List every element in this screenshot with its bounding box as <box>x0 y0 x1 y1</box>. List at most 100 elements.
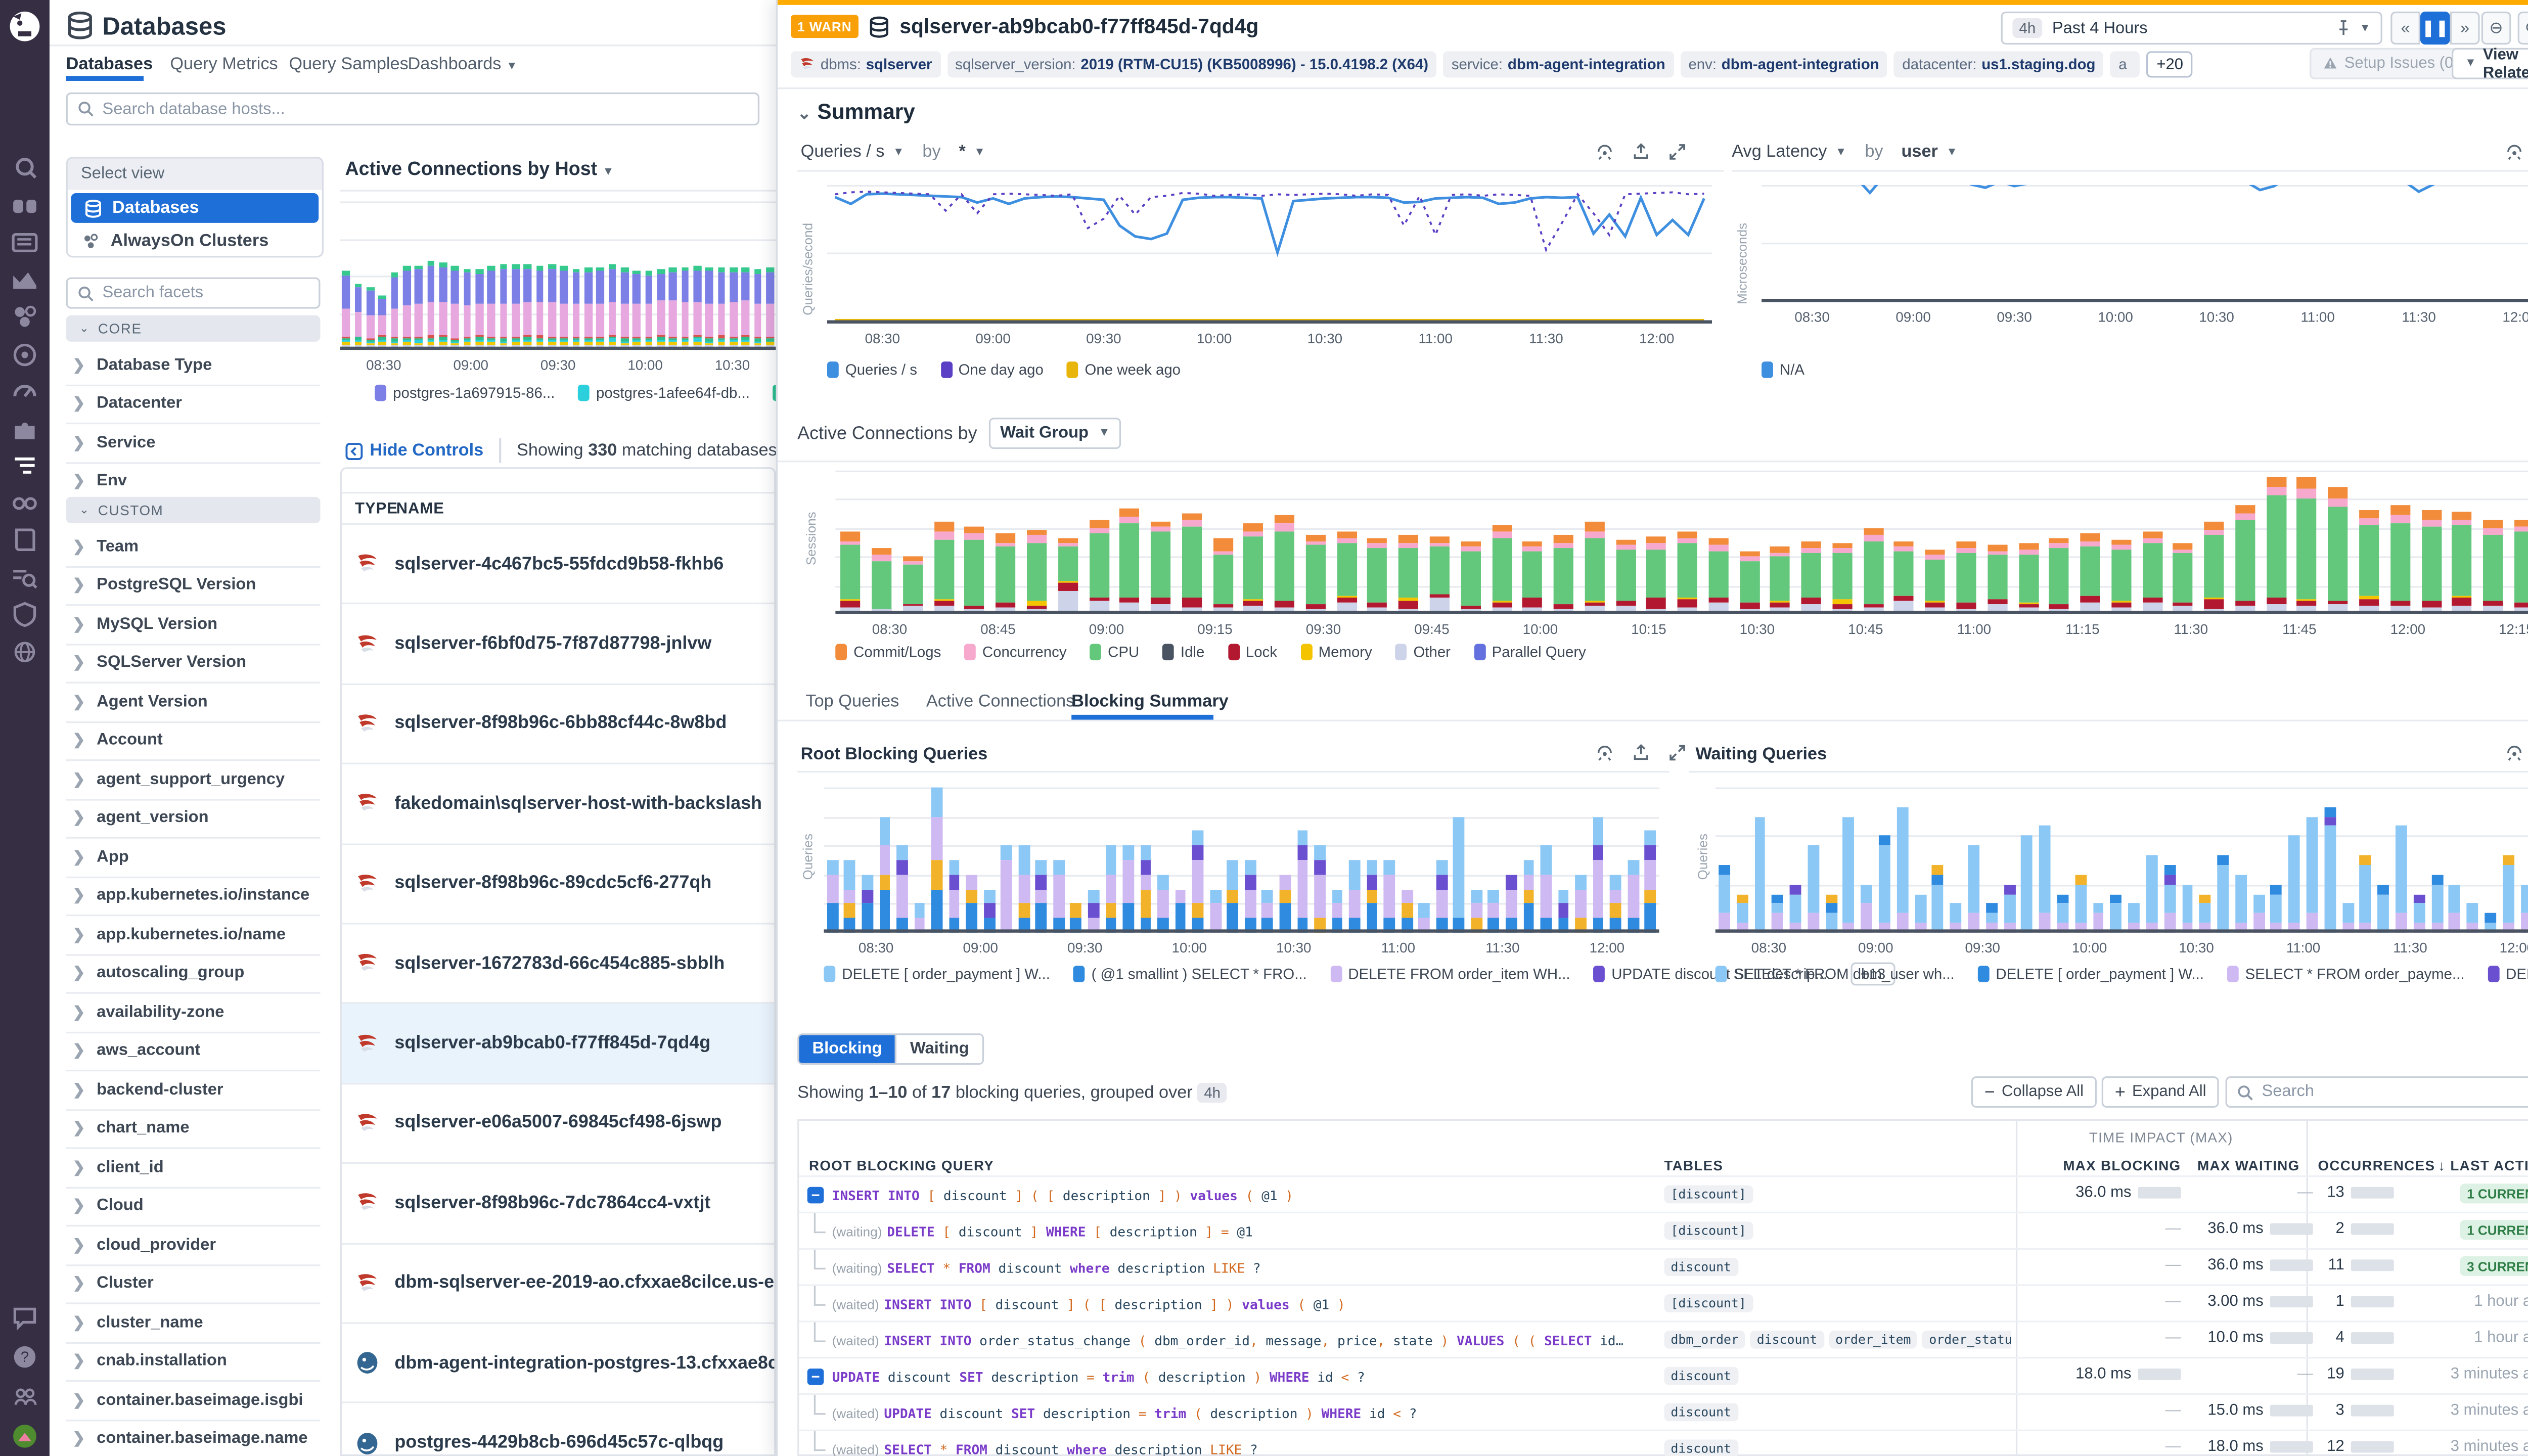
facet-database-type[interactable]: ❯Database Type <box>66 347 321 386</box>
tag-sqlserver_version[interactable]: sqlserver_version:2019 (RTM-CU15) (KB500… <box>947 51 1437 77</box>
column-name[interactable]: NAME <box>396 500 444 518</box>
legend-item[interactable]: Queries / s <box>827 361 917 378</box>
network-icon[interactable] <box>12 638 38 664</box>
tab-query-metrics[interactable]: Query Metrics <box>170 55 278 74</box>
view-databases[interactable]: Databases <box>71 193 319 223</box>
tab-dashboards[interactable]: Dashboards ▼ <box>408 55 518 74</box>
table-chip[interactable]: dbm_order <box>1664 1331 1745 1349</box>
apm-icon[interactable] <box>12 341 38 367</box>
tab-blocking-summary[interactable]: Blocking Summary <box>1071 692 1229 711</box>
collapse-row-button[interactable]: − <box>807 1187 824 1204</box>
facet-aws-account[interactable]: ❯aws_account <box>66 1032 321 1071</box>
waiting-queries-chart[interactable]: 15105008:3009:0009:3010:0010:3011:0011:3… <box>1716 788 2528 954</box>
blocking-row-5[interactable]: (waited) INSERT INTO order_status_change… <box>799 1321 2528 1358</box>
dashboards-icon[interactable] <box>12 230 38 256</box>
db-row-sqlserver-8f98b96c-6bb88cf44c-8w8bd[interactable]: sqlserver-8f98b96c-6bb88cf44c-8w8bd <box>342 685 775 764</box>
blocking-row-8[interactable]: (waited) SELECT * FROM discount where de… <box>799 1430 2528 1456</box>
legend-item[interactable]: Concurrency <box>964 644 1067 660</box>
col-max-blocking[interactable]: MAX BLOCKING <box>2016 1157 2181 1174</box>
toggle-waiting[interactable]: Waiting <box>895 1035 982 1063</box>
wait-group-chart[interactable]: 108642008:3008:4509:0009:1509:3009:4510:… <box>835 471 2528 636</box>
legend-item[interactable]: SELECT * FROM order_payme... <box>2227 966 2465 982</box>
alert-icon[interactable] <box>1595 142 1614 162</box>
export-icon[interactable] <box>1631 743 1651 762</box>
table-chip[interactable]: discount <box>1664 1367 1738 1385</box>
ci-icon[interactable] <box>12 489 38 516</box>
integrations-icon[interactable] <box>12 415 38 441</box>
blocking-row-7[interactable]: (waited) UPDATE discount SET description… <box>799 1393 2528 1431</box>
refresh-button[interactable]: ⟳ <box>2518 12 2528 44</box>
alert-icon[interactable] <box>2504 142 2524 162</box>
search-database-hosts-input[interactable]: Search database hosts... <box>66 93 759 125</box>
infrastructure-icon[interactable] <box>12 304 38 330</box>
tab-query-samples[interactable]: Query Samples <box>289 55 408 74</box>
legend-item[interactable]: DELETE FROM order_item WH... <box>2488 966 2528 982</box>
expand-icon[interactable] <box>1667 142 1687 162</box>
backward-button[interactable]: « <box>2390 12 2420 44</box>
hide-controls-link[interactable]: Hide Controls <box>345 441 483 461</box>
tag-service[interactable]: service:dbm-agent-integration <box>1443 51 1674 77</box>
table-chip[interactable]: discount <box>1664 1258 1738 1276</box>
blocking-row-6[interactable]: −UPDATE discount SET description = trim … <box>799 1357 2528 1395</box>
table-chip[interactable]: [discount] <box>1664 1185 1752 1203</box>
view-related-button[interactable]: ▼ View Related <box>2452 48 2528 79</box>
db-row-fakedomain-sqlserver-host-with-backslash[interactable]: fakedomain\sqlserver-host-with-backslash <box>342 764 775 844</box>
setup-issues-button[interactable]: Setup Issues (0) <box>2310 48 2472 79</box>
expand-all-button[interactable]: + Expand All <box>2102 1076 2220 1108</box>
service-gauge-icon[interactable] <box>12 378 38 404</box>
alert-icon[interactable] <box>2504 743 2524 762</box>
legend-item[interactable]: DELETE FROM order_item WH... <box>1330 966 1570 982</box>
legend-item[interactable]: postgres-1afee64f-db... <box>578 385 750 401</box>
forward-button[interactable]: » <box>2450 12 2480 44</box>
time-range-selector[interactable]: 4h Past 4 Hours ▼ <box>2001 12 2382 44</box>
facet-group-core[interactable]: ⌄CORE <box>66 315 321 342</box>
chevron-down-icon[interactable]: ▼ <box>2359 22 2371 34</box>
facet-app-kubernetes-io-instance[interactable]: ❯app.kubernetes.io/instance <box>66 878 321 917</box>
tag-dbms[interactable]: dbms:sqlserver <box>791 51 940 77</box>
legend-item[interactable]: One day ago <box>940 361 1044 378</box>
watchdog-icon[interactable] <box>12 192 38 218</box>
legend-item[interactable]: SELECT * FROM dbm_user wh... <box>1716 966 1955 982</box>
facet-cluster[interactable]: ❯Cluster <box>66 1265 321 1304</box>
collapse-all-button[interactable]: − Collapse All <box>1971 1076 2097 1108</box>
facet-service[interactable]: ❯Service <box>66 424 321 463</box>
latency-metric-selector[interactable]: Avg Latency▼ by user▼ <box>1732 142 1958 162</box>
facet-cloud-provider[interactable]: ❯cloud_provider <box>66 1226 321 1265</box>
table-chip[interactable]: order_item <box>1829 1331 1917 1349</box>
legend-item[interactable]: One week ago <box>1067 361 1181 378</box>
security-icon[interactable] <box>12 601 38 627</box>
facet-cloud[interactable]: ❯Cloud <box>66 1188 321 1226</box>
legend-item[interactable]: postgres-1a697915-86... <box>375 385 555 401</box>
db-row-sqlserver-8f98b96c-7dc7864cc4-vxtjt[interactable]: sqlserver-8f98b96c-7dc7864cc4-vxtjt <box>342 1164 775 1244</box>
pin-icon[interactable] <box>2336 20 2351 36</box>
tab-active-connections[interactable]: Active Connections <box>926 692 1075 711</box>
col-occurrences[interactable]: OCCURRENCES <box>2318 1157 2435 1174</box>
export-icon[interactable] <box>1631 142 1651 162</box>
tag-a[interactable]: a <box>2110 51 2140 77</box>
db-row-sqlserver-ab9bcab0-f77ff845d-7qd4g[interactable]: sqlserver-ab9bcab0-f77ff845d-7qd4g <box>342 1005 775 1084</box>
db-row-postgres-4429b8cb-696d45c57c-qlbqg[interactable]: postgres-4429b8cb-696d45c57c-qlbqg <box>342 1404 775 1456</box>
wait-group-dropdown[interactable]: Wait Group▼ <box>988 418 1121 449</box>
tags-more-chip[interactable]: +20 <box>2147 51 2193 77</box>
host-connections-chart[interactable]: 800600400200008:3009:0009:3010:0010:30 <box>340 201 776 399</box>
chat-icon[interactable] <box>12 1304 38 1331</box>
blocking-row-1[interactable]: −INSERT INTO [ discount ] ( [ descriptio… <box>799 1175 2528 1213</box>
db-row-dbm-sqlserver-ee-2019-ao-cfxxae8cilce-us[interactable]: dbm-sqlserver-ee-2019-ao.cfxxae8cilce.us… <box>342 1244 775 1324</box>
legend-item[interactable]: CPU <box>1090 644 1139 660</box>
latency-chart[interactable]: 400200008:3009:0009:3010:0010:3011:0011:… <box>1762 185 2528 353</box>
column-type[interactable]: TYPE <box>355 500 398 518</box>
host-chart-title[interactable]: Active Connections by Host ▼ <box>345 160 614 180</box>
facet-app[interactable]: ❯App <box>66 839 321 878</box>
facet-agent-version[interactable]: ❯Agent Version <box>66 684 321 722</box>
legend-item[interactable]: N/A <box>1762 361 1804 378</box>
facet-datacenter[interactable]: ❯Datacenter <box>66 385 321 424</box>
legend-item[interactable]: DELETE [ order_payment ] W... <box>824 966 1050 982</box>
dbm-icon[interactable] <box>12 564 38 590</box>
facet-group-custom[interactable]: ⌄CUSTOM <box>66 497 321 523</box>
legend-item[interactable]: Lock <box>1228 644 1277 660</box>
logs-icon[interactable] <box>12 452 38 479</box>
blocking-row-3[interactable]: (waiting) SELECT * FROM discount where d… <box>799 1248 2528 1286</box>
legend-item[interactable]: Other <box>1395 644 1451 660</box>
facet-container-baseimage-name[interactable]: ❯container.baseimage.name <box>66 1421 321 1456</box>
facet-cnab-installation[interactable]: ❯cnab.installation <box>66 1343 321 1382</box>
